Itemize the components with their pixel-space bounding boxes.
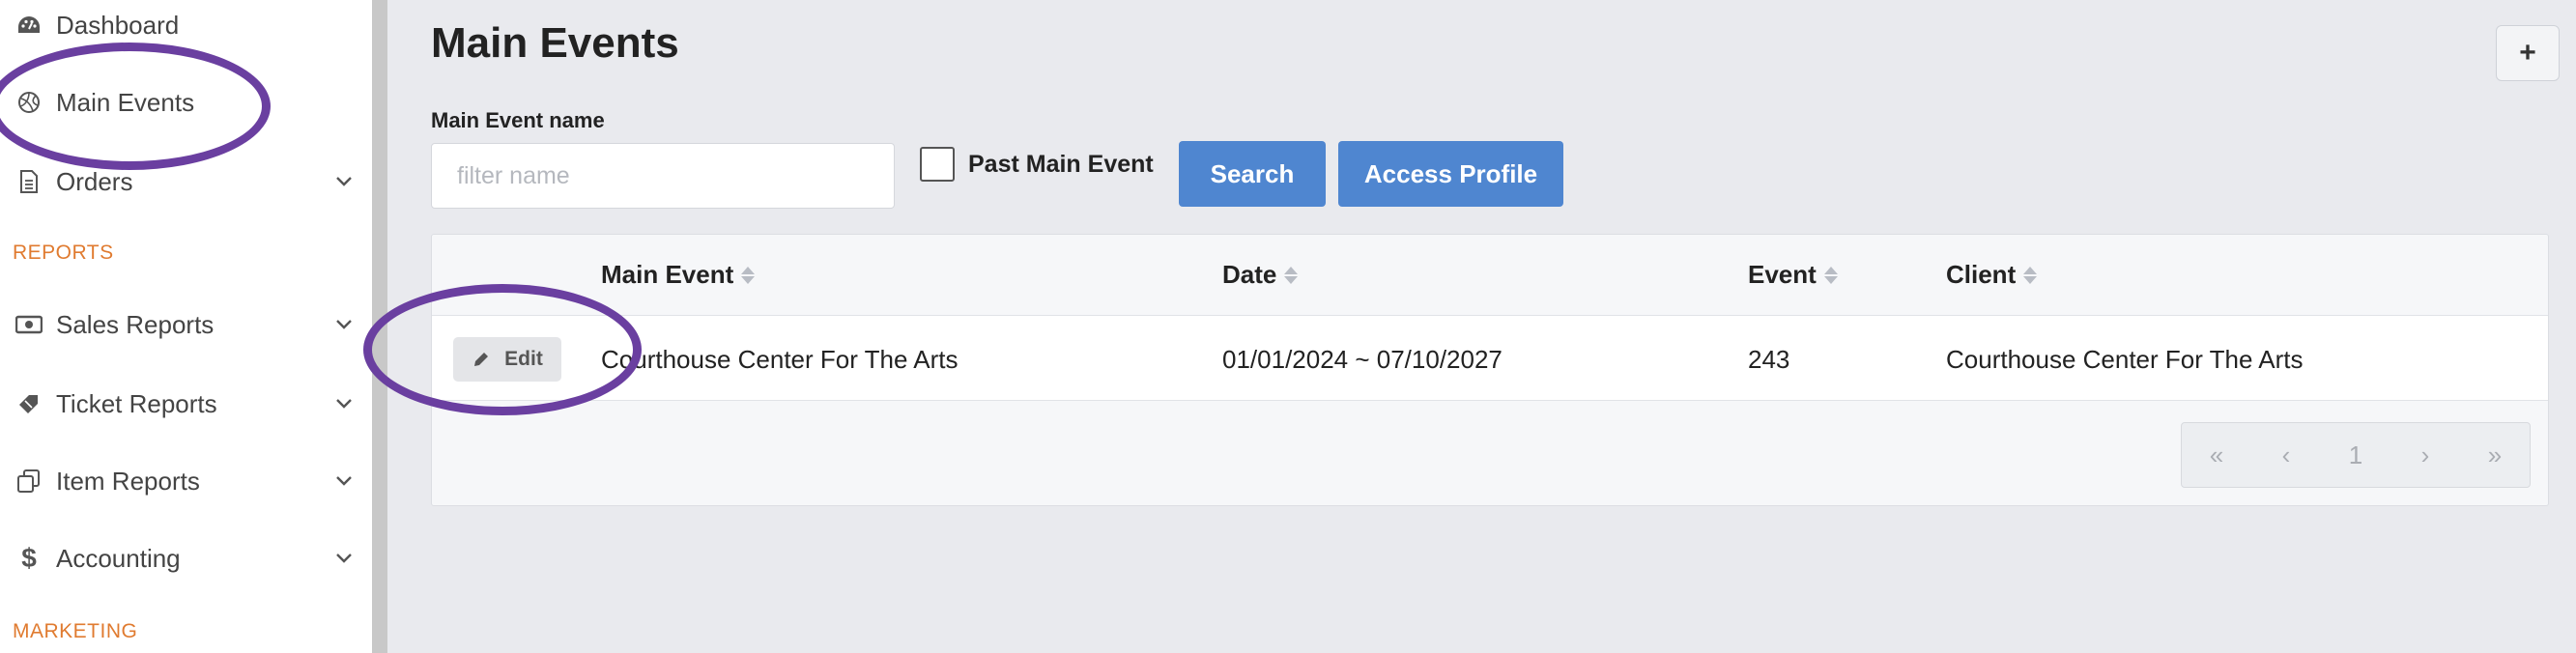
last-page-button[interactable]: »: [2466, 440, 2524, 470]
money-icon: [15, 311, 43, 338]
cell-event: 243: [1748, 345, 1790, 374]
chevron-down-icon[interactable]: [330, 168, 358, 195]
previous-page-button[interactable]: ‹: [2257, 440, 2315, 470]
pagination: « ‹ 1 › »: [2181, 422, 2531, 488]
cell-date: 01/01/2024 ~ 07/10/2027: [1222, 345, 1503, 374]
cell-main-event: Courthouse Center For The Arts: [601, 345, 959, 374]
sidebar-item-label: Ticket Reports: [56, 388, 217, 418]
access-profile-button[interactable]: Access Profile: [1338, 141, 1563, 207]
column-header-date[interactable]: Date: [1222, 260, 1299, 290]
sidebar-item-dashboard[interactable]: Dashboard: [0, 0, 372, 54]
sidebar-item-main-events[interactable]: Main Events: [0, 73, 372, 131]
pencil-icon: [474, 353, 489, 366]
cell-client: Courthouse Center For The Arts: [1946, 345, 2304, 374]
sidebar-item-sales-reports[interactable]: Sales Reports: [0, 296, 372, 354]
sort-icon: [1823, 266, 1838, 284]
past-main-event-label: Past Main Event: [968, 151, 1154, 178]
chevron-down-icon[interactable]: [330, 468, 358, 495]
add-main-event-button[interactable]: +: [2496, 25, 2560, 81]
dollar-icon: $: [21, 543, 37, 573]
dashboard-gauge-icon: [15, 12, 43, 39]
column-header-client[interactable]: Client: [1946, 260, 2038, 290]
current-page[interactable]: 1: [2327, 440, 2385, 470]
table-header: Main Event Date Event Client: [432, 235, 2548, 316]
section-label-marketing: MARKETING: [13, 620, 138, 642]
sidebar-scrollbar[interactable]: [372, 0, 387, 653]
sort-icon: [2023, 266, 2038, 284]
chevron-down-icon[interactable]: [330, 390, 358, 417]
sidebar-item-label: Main Events: [56, 87, 195, 117]
sidebar: Dashboard Main Events Orders REPORTS Sal…: [0, 0, 372, 653]
main-events-icon: [15, 89, 43, 116]
copy-icon: [15, 468, 43, 495]
column-header-label: Client: [1946, 260, 2017, 289]
sidebar-item-accounting[interactable]: $ Accounting: [0, 529, 372, 587]
sidebar-item-label: Dashboard: [56, 10, 180, 40]
document-icon: [15, 168, 43, 195]
main-event-name-input[interactable]: [431, 143, 895, 209]
sidebar-item-item-reports[interactable]: Item Reports: [0, 452, 372, 510]
page-title: Main Events: [431, 19, 679, 67]
edit-button-label: Edit: [504, 348, 543, 370]
ticket-icon: [15, 390, 43, 417]
sidebar-item-ticket-reports[interactable]: Ticket Reports: [0, 375, 372, 433]
table-row: Edit Courthouse Center For The Arts 01/0…: [432, 316, 2548, 401]
sidebar-item-label: Item Reports: [56, 466, 200, 496]
main-events-table: Main Event Date Event Client Edit Courth…: [431, 234, 2549, 506]
sidebar-item-label: Sales Reports: [56, 309, 215, 339]
next-page-button[interactable]: ›: [2396, 440, 2454, 470]
column-header-main-event[interactable]: Main Event: [601, 260, 756, 290]
sidebar-item-orders[interactable]: Orders: [0, 153, 372, 211]
first-page-button[interactable]: «: [2188, 440, 2246, 470]
column-header-label: Main Event: [601, 260, 734, 289]
sidebar-item-label: Orders: [56, 166, 133, 196]
filter-label: Main Event name: [431, 108, 605, 132]
column-header-label: Event: [1748, 260, 1817, 289]
sort-icon: [741, 266, 756, 284]
chevron-down-icon[interactable]: [330, 311, 358, 338]
section-label-reports: REPORTS: [13, 241, 114, 264]
column-header-label: Date: [1222, 260, 1277, 289]
chevron-down-icon[interactable]: [330, 545, 358, 572]
column-header-event[interactable]: Event: [1748, 260, 1838, 290]
search-button[interactable]: Search: [1179, 141, 1326, 207]
sort-icon: [1284, 266, 1299, 284]
past-main-event-checkbox[interactable]: [920, 147, 955, 182]
edit-button[interactable]: Edit: [453, 337, 561, 382]
sidebar-item-label: Accounting: [56, 543, 181, 573]
